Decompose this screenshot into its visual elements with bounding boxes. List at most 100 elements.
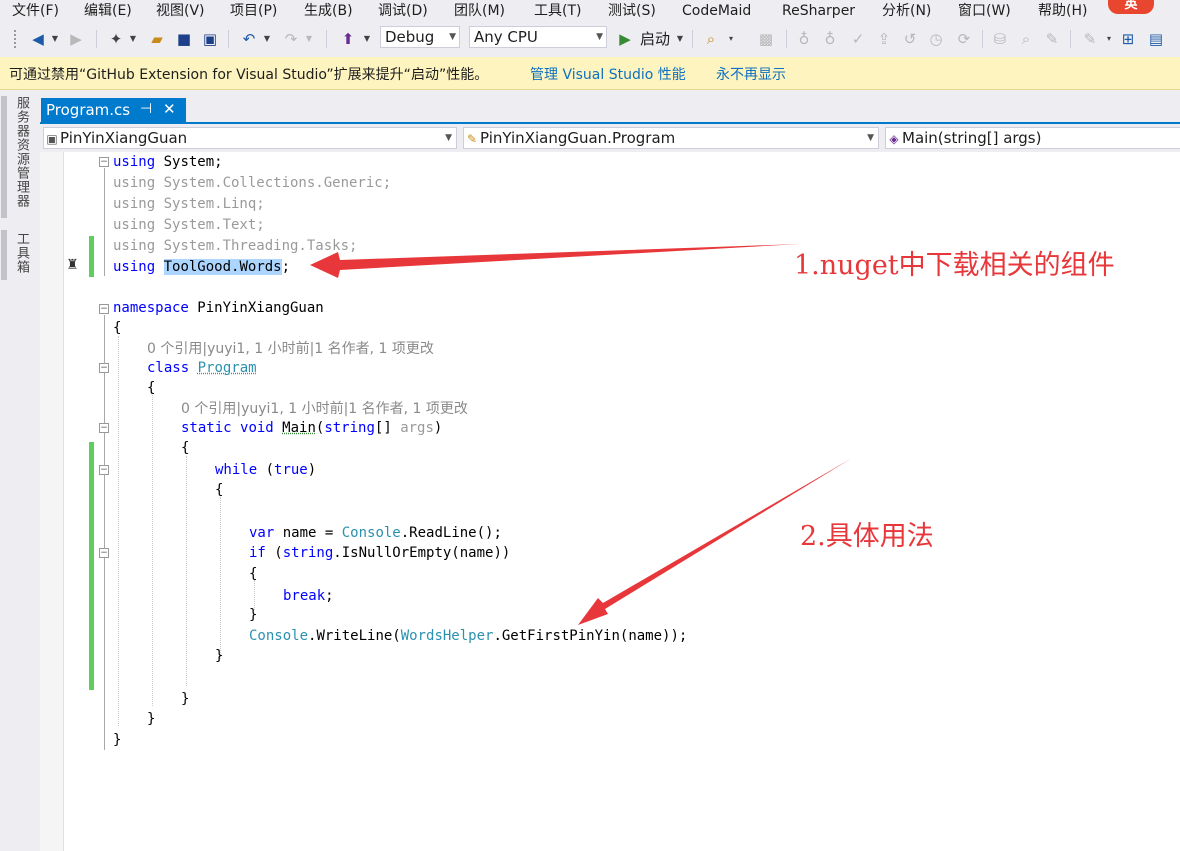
- chevron-down-icon[interactable]: ▼: [50, 28, 60, 50]
- overflow-icon[interactable]: ▾: [726, 28, 736, 50]
- selected-namespace[interactable]: ToolGood.Words: [163, 259, 282, 275]
- database-icon[interactable]: ⛁: [990, 28, 1010, 50]
- menu-build[interactable]: 生成(B): [304, 1, 353, 21]
- project-value: PinYinXiangGuan: [60, 129, 188, 147]
- attach-process-icon[interactable]: ▩: [756, 28, 776, 50]
- config-select[interactable]: Debug ▼: [380, 26, 460, 48]
- wrench-icon[interactable]: ✎: [1042, 28, 1062, 50]
- chevron-down-icon: ▼: [867, 133, 874, 143]
- new-project-icon[interactable]: ✦: [106, 28, 126, 50]
- document-tab-row: Program.cs ⊣ ✕: [40, 96, 1180, 124]
- save-all-icon[interactable]: ▣: [200, 28, 220, 50]
- tab-label: Program.cs: [46, 101, 131, 119]
- menu-tools[interactable]: 工具(T): [534, 1, 581, 21]
- menu-project[interactable]: 项目(P): [230, 1, 277, 21]
- open-file-icon[interactable]: ▰: [146, 28, 168, 50]
- csharp-project-icon: ▣: [46, 132, 58, 146]
- menu-team[interactable]: 团队(M): [454, 1, 505, 21]
- menu-resharper[interactable]: ReSharper: [782, 1, 855, 21]
- chevron-down-icon[interactable]: ▼: [128, 28, 138, 50]
- never-show-again-link[interactable]: 永不再显示: [716, 64, 786, 84]
- codelens-main[interactable]: 0 个引用|yuyi1, 1 小时前|1 名作者, 1 项更改: [181, 399, 468, 419]
- chevron-down-icon[interactable]: ▼: [675, 28, 685, 50]
- menu-window[interactable]: 窗口(W): [958, 1, 1011, 21]
- tab-program-cs[interactable]: Program.cs ⊣ ✕: [41, 98, 186, 122]
- menu-debug[interactable]: 调试(D): [378, 1, 428, 21]
- toolbar-separator: [692, 30, 693, 48]
- check-icon[interactable]: ✓: [848, 28, 868, 50]
- type-select[interactable]: ✎ PinYinXiangGuan.Program ▼: [463, 127, 879, 149]
- code-line: static void Main(string[] args): [181, 420, 443, 436]
- platform-select[interactable]: Any CPU ▼: [469, 26, 607, 48]
- tools-icon[interactable]: ✎: [1080, 28, 1100, 50]
- search-icon[interactable]: ⌕: [1016, 28, 1036, 50]
- menu-edit[interactable]: 编辑(E): [84, 1, 132, 21]
- side-tab-indicator: [1, 230, 7, 280]
- member-select[interactable]: ◈ Main(string[] args): [885, 127, 1180, 149]
- toolbar-grip[interactable]: [14, 30, 18, 48]
- find-in-files-icon[interactable]: ⌕: [700, 28, 722, 50]
- upload-icon[interactable]: ⇪: [874, 28, 894, 50]
- menu-codemaid[interactable]: CodeMaid: [682, 1, 751, 21]
- fold-toggle[interactable]: −: [99, 363, 109, 373]
- menu-help[interactable]: 帮助(H): [1038, 1, 1087, 21]
- code-line: using System;: [113, 154, 223, 170]
- toolbar-separator: [1070, 30, 1071, 48]
- navigate-forward-icon[interactable]: ▶: [66, 28, 86, 50]
- undo-changes-icon[interactable]: ↺: [900, 28, 920, 50]
- layout-icon[interactable]: ▤: [1146, 28, 1166, 50]
- start-button[interactable]: 启动: [638, 28, 672, 50]
- fold-toggle[interactable]: −: [99, 304, 109, 314]
- indent-guide: [118, 336, 119, 726]
- fold-toggle[interactable]: −: [99, 465, 109, 475]
- menu-analyze[interactable]: 分析(N): [882, 1, 931, 21]
- fold-toggle[interactable]: −: [99, 157, 109, 167]
- chevron-down-icon[interactable]: ▼: [262, 28, 272, 50]
- breakpoint-icon[interactable]: ♁: [794, 28, 814, 50]
- add-item-icon[interactable]: ⊞: [1118, 28, 1138, 50]
- save-icon[interactable]: ■: [174, 28, 194, 50]
- pin-icon[interactable]: ⊣: [140, 101, 152, 117]
- cleanup-brush-icon[interactable]: ♜: [66, 257, 79, 273]
- fold-line: [104, 315, 105, 750]
- step-into-icon[interactable]: ♁: [820, 28, 840, 50]
- config-value: Debug: [385, 28, 435, 46]
- code-line: }: [249, 607, 258, 623]
- toolbar-separator: [786, 30, 787, 48]
- menu-test[interactable]: 测试(S): [608, 1, 656, 21]
- redo-icon[interactable]: ↷: [280, 28, 302, 50]
- info-message: 可通过禁用“GitHub Extension for Visual Studio…: [9, 67, 489, 83]
- indent-guide: [186, 456, 187, 686]
- undo-icon[interactable]: ↶: [238, 28, 260, 50]
- menu-view[interactable]: 视图(V): [156, 1, 205, 21]
- side-tool-strip: 服务器资源管理器 工具箱: [0, 90, 40, 851]
- chevron-down-icon: ▼: [449, 32, 456, 42]
- toolbar: ◀ ▼ ▶ ✦ ▼ ▰ ■ ▣ ↶ ▼ ↷ ▼ ⬆ ▼ Debug ▼ Any …: [0, 24, 1180, 54]
- solution-config-icon[interactable]: ⬆: [338, 28, 358, 50]
- overflow-icon[interactable]: ▾: [1104, 28, 1114, 50]
- codelens-class[interactable]: 0 个引用|yuyi1, 1 小时前|1 名作者, 1 项更改: [147, 339, 434, 359]
- start-debug-icon[interactable]: ▶: [616, 28, 634, 50]
- refresh-icon[interactable]: ⟳: [954, 28, 974, 50]
- server-explorer-tab[interactable]: 服务器资源管理器: [9, 96, 29, 208]
- ime-badge[interactable]: 英: [1108, 0, 1154, 14]
- toolbar-separator: [982, 30, 983, 48]
- code-line: }: [181, 691, 190, 707]
- navigate-back-icon[interactable]: ◀: [28, 28, 48, 50]
- fold-toggle[interactable]: −: [99, 548, 109, 558]
- chevron-down-icon[interactable]: ▼: [304, 28, 314, 50]
- history-icon[interactable]: ◷: [926, 28, 946, 50]
- manage-performance-link[interactable]: 管理 Visual Studio 性能: [530, 64, 686, 84]
- annotation-nuget: 1.nuget中下载相关的组件: [794, 250, 1115, 281]
- chevron-down-icon[interactable]: ▼: [362, 28, 372, 50]
- project-select[interactable]: ▣ PinYinXiangGuan ▼: [43, 127, 457, 149]
- close-icon[interactable]: ✕: [163, 100, 176, 118]
- menu-file[interactable]: 文件(F): [12, 1, 59, 21]
- code-line: using System.Text;: [113, 217, 265, 233]
- toolbar-separator: [326, 30, 327, 48]
- toolbox-tab[interactable]: 工具箱: [9, 232, 29, 274]
- fold-toggle[interactable]: −: [99, 423, 109, 433]
- change-bar: [89, 442, 94, 690]
- code-line: {: [181, 440, 190, 456]
- code-line: }: [215, 648, 224, 664]
